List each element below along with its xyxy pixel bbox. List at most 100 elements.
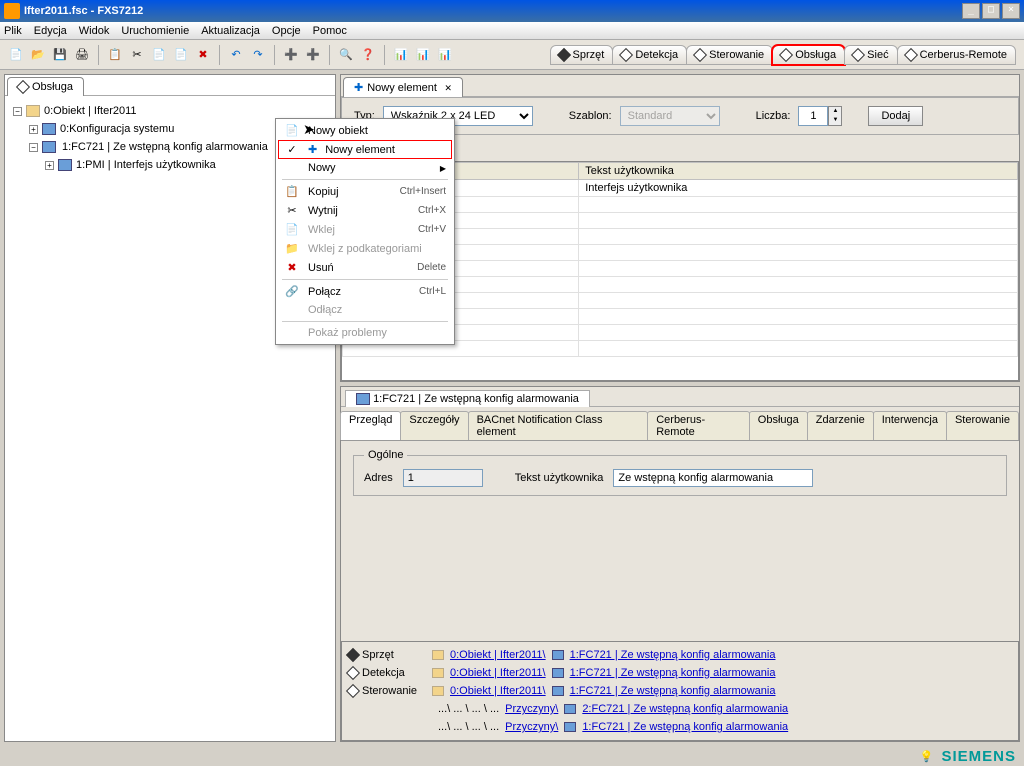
diamond-icon — [851, 47, 865, 61]
diamond-icon — [904, 47, 918, 61]
menu-uruchomienie[interactable]: Uruchomienie — [121, 25, 189, 37]
bc-link[interactable]: 2:FC721 | Ze wstępną konfig alarmowania — [582, 703, 788, 715]
menu-pomoc[interactable]: Pomoc — [313, 25, 347, 37]
dtab-sterowanie[interactable]: Sterowanie — [946, 411, 1019, 440]
liczba-input[interactable] — [798, 106, 828, 126]
ctx-nowy-obiekt[interactable]: 📄Nowy obiekt — [278, 121, 452, 140]
bc-link[interactable]: 1:FC721 | Ze wstępną konfig alarmowania — [582, 721, 788, 733]
node-icon — [564, 704, 576, 714]
app-icon — [4, 3, 20, 19]
bc-link[interactable]: 0:Obiekt | Ifter2011\ — [450, 649, 546, 661]
ctx-nowy-element[interactable]: ✓✚Nowy element — [278, 140, 452, 159]
ctx-wklej-pod: 📁Wklej z podkategoriami — [278, 239, 452, 258]
tool1-icon[interactable]: 📊 — [393, 47, 409, 63]
tab-obsluga[interactable]: Obsługa — [772, 45, 845, 65]
tab-detekcja[interactable]: Detekcja — [612, 45, 687, 65]
node-icon — [564, 722, 576, 732]
delete-icon[interactable]: ✖ — [195, 47, 211, 63]
menu-widok[interactable]: Widok — [79, 25, 110, 37]
node-icon — [42, 141, 56, 153]
maximize-button[interactable]: □ — [982, 3, 1000, 19]
adres-input — [403, 469, 483, 487]
dtab-szczegoly[interactable]: Szczegóły — [400, 411, 468, 440]
open-icon[interactable]: 📂 — [30, 47, 46, 63]
redo-icon[interactable]: ↷ — [250, 47, 266, 63]
szablon-label: Szablon: — [569, 110, 612, 122]
content-tab-nowy-element[interactable]: ✚ Nowy element ✕ — [343, 77, 463, 97]
node-icon — [552, 650, 564, 660]
context-menu: 📄Nowy obiekt ✓✚Nowy element Nowy 📋Kopiuj… — [275, 118, 455, 345]
ctx-odlacz: Odłącz — [278, 301, 452, 319]
ctx-usun[interactable]: ✖UsuńDelete — [278, 258, 452, 277]
menu-plik[interactable]: Plik — [4, 25, 22, 37]
ogolne-legend: Ogólne — [364, 449, 407, 461]
undo-icon[interactable]: ↶ — [228, 47, 244, 63]
tab-siec[interactable]: Sieć — [844, 45, 897, 65]
save-icon[interactable]: 💾 — [52, 47, 68, 63]
bc-link[interactable]: 0:Obiekt | Ifter2011\ — [450, 667, 546, 679]
adres-label: Adres — [364, 472, 393, 484]
diamond-icon — [16, 80, 30, 94]
tab-sterowanie[interactable]: Sterowanie — [686, 45, 773, 65]
bc-detekcja-row: Detekcja 0:Obiekt | Ifter2011\ 1:FC721 |… — [348, 664, 1012, 682]
dtab-bacnet[interactable]: BACnet Notification Class element — [468, 411, 649, 440]
search-icon[interactable]: 🔍 — [338, 47, 354, 63]
ctx-nowy[interactable]: Nowy — [278, 159, 452, 177]
tool3-icon[interactable]: 📊 — [437, 47, 453, 63]
help-icon[interactable]: ❓ — [360, 47, 376, 63]
expander-icon[interactable]: + — [29, 125, 38, 134]
add-element2-icon[interactable]: ➕ — [305, 47, 321, 63]
expander-icon[interactable]: − — [13, 107, 22, 116]
tool2-icon[interactable]: 📊 — [415, 47, 431, 63]
dodaj-button[interactable]: Dodaj — [868, 106, 923, 126]
paste-icon[interactable]: 📄 — [151, 47, 167, 63]
dtab-zdarzenie[interactable]: Zdarzenie — [807, 411, 874, 440]
dtab-obsluga[interactable]: Obsługa — [749, 411, 808, 440]
node-icon — [58, 159, 72, 171]
bc-link[interactable]: 1:FC721 | Ze wstępną konfig alarmowania — [570, 667, 776, 679]
menu-aktualizacja[interactable]: Aktualizacja — [201, 25, 260, 37]
window-title: Ifter2011.fsc - FXS7212 — [24, 5, 962, 17]
bc-link[interactable]: Przyczyny\ — [505, 721, 558, 733]
expander-icon[interactable]: + — [45, 161, 54, 170]
tekst-input[interactable] — [613, 469, 813, 487]
dtab-interwencja[interactable]: Interwencja — [873, 411, 947, 440]
bc-link[interactable]: 1:FC721 | Ze wstępną konfig alarmowania — [570, 685, 776, 697]
diamond-icon — [779, 47, 793, 61]
bc-link[interactable]: 1:FC721 | Ze wstępną konfig alarmowania — [570, 649, 776, 661]
paste2-icon[interactable]: 📄 — [173, 47, 189, 63]
bc-link[interactable]: Przyczyny\ — [505, 703, 558, 715]
ctx-kopiuj[interactable]: 📋KopiujCtrl+Insert — [278, 182, 452, 201]
title-bar: Ifter2011.fsc - FXS7212 _ □ × — [0, 0, 1024, 22]
th-tekst[interactable]: Tekst użytkownika — [579, 163, 1018, 180]
diamond-icon — [619, 47, 633, 61]
bc-link[interactable]: 0:Obiekt | Ifter2011\ — [450, 685, 546, 697]
print-icon[interactable]: 🖨 — [74, 47, 90, 63]
liczba-label: Liczba: — [756, 110, 791, 122]
close-button[interactable]: × — [1002, 3, 1020, 19]
tab-sprzet[interactable]: Sprzęt — [550, 45, 614, 65]
liczba-spinner[interactable]: ▲▼ — [798, 106, 842, 126]
dtab-przeglad[interactable]: Przegląd — [340, 411, 401, 440]
detail-title-tab[interactable]: 1:FC721 | Ze wstępną konfig alarmowania — [345, 390, 590, 407]
menu-bar: Plik Edycja Widok Uruchomienie Aktualiza… — [0, 22, 1024, 40]
menu-edycja[interactable]: Edycja — [34, 25, 67, 37]
tab-close-icon[interactable]: ✕ — [445, 81, 452, 94]
menu-opcje[interactable]: Opcje — [272, 25, 301, 37]
diamond-icon — [693, 47, 707, 61]
ctx-polacz[interactable]: 🔗PołączCtrl+L — [278, 282, 452, 301]
copy-icon[interactable]: 📋 — [107, 47, 123, 63]
node-icon — [42, 123, 56, 135]
new-icon[interactable]: 📄 — [8, 47, 24, 63]
add-element-icon[interactable]: ➕ — [283, 47, 299, 63]
bc-przyczyny-row2: ...\ ... \ ... \ ... Przyczyny\ 1:FC721 … — [348, 718, 1012, 736]
tab-cerberus[interactable]: Cerberus-Remote — [897, 45, 1016, 65]
node-icon — [356, 393, 370, 405]
expander-icon[interactable]: − — [29, 143, 38, 152]
sidebar-tab-obsluga[interactable]: Obsługa — [7, 77, 84, 96]
minimize-button[interactable]: _ — [962, 3, 980, 19]
folder-icon — [432, 686, 444, 696]
dtab-cerberus[interactable]: Cerberus-Remote — [647, 411, 750, 440]
cut-icon[interactable]: ✂ — [129, 47, 145, 63]
ctx-wytnij[interactable]: ✂WytnijCtrl+X — [278, 201, 452, 220]
